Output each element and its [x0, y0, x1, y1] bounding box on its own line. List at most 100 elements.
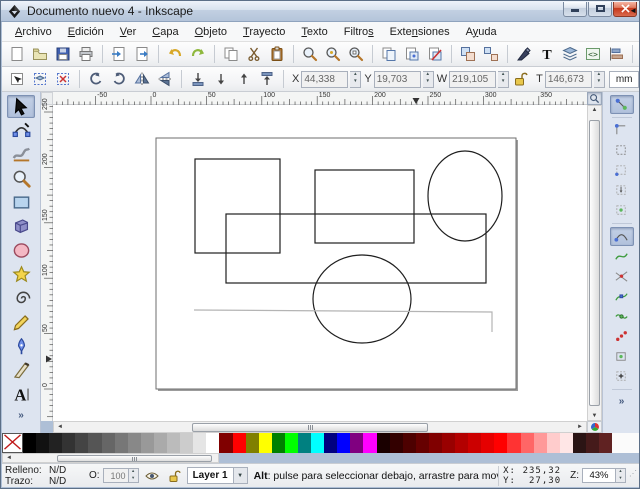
- menu-filtros[interactable]: Filtros: [337, 24, 381, 40]
- sticky-zoom-toggle[interactable]: [587, 92, 602, 105]
- palette-scroll-right-icon[interactable]: ◄: [629, 6, 637, 15]
- menu-objeto[interactable]: Objeto: [188, 24, 234, 40]
- layer-visibility-toggle[interactable]: [143, 468, 161, 484]
- text-dialog-button[interactable]: T: [536, 44, 558, 65]
- palette-swatch[interactable]: [193, 433, 206, 453]
- menu-extensiones[interactable]: Extensiones: [383, 24, 457, 40]
- unit-selector[interactable]: mm▼: [609, 71, 640, 88]
- palette-swatch[interactable]: [233, 433, 246, 453]
- open-document-button[interactable]: [29, 44, 51, 65]
- group-objects-button[interactable]: [457, 44, 479, 65]
- snapbar-overflow-button[interactable]: »: [619, 396, 625, 407]
- palette-swatch[interactable]: [259, 433, 272, 453]
- zoom-input[interactable]: 43%: [582, 468, 616, 483]
- palette-swatch[interactable]: [586, 433, 599, 453]
- palette-swatch[interactable]: [521, 433, 534, 453]
- palette-swatch[interactable]: [219, 433, 232, 453]
- flip-vertical-button[interactable]: [154, 69, 176, 90]
- raise-to-top-button[interactable]: [256, 69, 278, 90]
- snap-rotation-centers-button[interactable]: [610, 367, 634, 386]
- snap-bbox-edge-midpoints-button[interactable]: [610, 181, 634, 200]
- field-input-t[interactable]: 146,673: [545, 71, 592, 88]
- flip-horizontal-button[interactable]: [131, 69, 153, 90]
- snap-bbox-edges-button[interactable]: [610, 141, 634, 160]
- horizontal-scrollbar-thumb[interactable]: [192, 423, 428, 432]
- palette-swatch[interactable]: [246, 433, 259, 453]
- pen-tool-button[interactable]: [7, 335, 35, 358]
- scroll-up-icon[interactable]: ▲: [588, 107, 601, 113]
- deselect-button[interactable]: [52, 69, 74, 90]
- zoom-spinner[interactable]: ▲▼: [616, 468, 626, 483]
- field-spinner-y[interactable]: ▲▼: [423, 71, 434, 88]
- palette-swatch[interactable]: [403, 433, 416, 453]
- menu-archivo[interactable]: Archivo: [8, 24, 59, 40]
- snap-bbox-corners-button[interactable]: [610, 161, 634, 180]
- palette-swatch[interactable]: [416, 433, 429, 453]
- canvas[interactable]: [53, 105, 587, 421]
- rectangle-tool-button[interactable]: [7, 191, 35, 214]
- tweak-tool-button[interactable]: [7, 143, 35, 166]
- palette-swatch[interactable]: [311, 433, 324, 453]
- palette-swatch[interactable]: [494, 433, 507, 453]
- palette-swatch[interactable]: [363, 433, 376, 453]
- vertical-scrollbar[interactable]: ▲ ▼: [587, 105, 602, 421]
- xml-editor-button[interactable]: <>: [582, 44, 604, 65]
- print-document-button[interactable]: [75, 44, 97, 65]
- palette-swatch[interactable]: [377, 433, 390, 453]
- palette-swatch[interactable]: [324, 433, 337, 453]
- star-tool-button[interactable]: [7, 263, 35, 286]
- snap-midpoints-button[interactable]: [610, 327, 634, 346]
- snap-bounding-box-button[interactable]: [610, 121, 634, 140]
- layers-dialog-button[interactable]: [559, 44, 581, 65]
- menu-edicion[interactable]: Edición: [61, 24, 111, 40]
- scroll-right-icon[interactable]: ►: [574, 424, 586, 430]
- opacity-spinner[interactable]: ▲▼: [129, 468, 139, 483]
- selector-tool-button[interactable]: [7, 95, 35, 118]
- snap-paths-button[interactable]: [610, 247, 634, 266]
- field-spinner-w[interactable]: ▲▼: [498, 71, 509, 88]
- palette-swatch[interactable]: [62, 433, 75, 453]
- layer-dropdown-icon[interactable]: ▼: [233, 468, 247, 483]
- palette-swatch[interactable]: [547, 433, 560, 453]
- rotate-ccw-button[interactable]: [85, 69, 107, 90]
- palette-swatch[interactable]: [350, 433, 363, 453]
- field-input-x[interactable]: 44,338: [301, 71, 348, 88]
- palette-swatch[interactable]: [442, 433, 455, 453]
- palette-swatch[interactable]: [573, 433, 586, 453]
- palette-swatch[interactable]: [141, 433, 154, 453]
- opacity-input[interactable]: 100: [103, 468, 129, 483]
- rotate-cw-button[interactable]: [108, 69, 130, 90]
- palette-swatch[interactable]: [206, 433, 219, 453]
- color-management-toggle[interactable]: [587, 421, 602, 433]
- menu-ayuda[interactable]: Ayuda: [459, 24, 504, 40]
- zoom-to-selection-button[interactable]: [299, 44, 321, 65]
- palette-swatch[interactable]: [167, 433, 180, 453]
- select-all-button[interactable]: [6, 69, 28, 90]
- menu-ver[interactable]: Ver: [113, 24, 144, 40]
- layer-selector[interactable]: Layer 1 ▼: [187, 467, 248, 484]
- toolbox-overflow-button[interactable]: »: [18, 410, 24, 421]
- lower-one-step-button[interactable]: [210, 69, 232, 90]
- redo-button[interactable]: [187, 44, 209, 65]
- new-document-button[interactable]: [6, 44, 28, 65]
- create-clone-button[interactable]: [401, 44, 423, 65]
- palette-swatch[interactable]: [429, 433, 442, 453]
- maximize-button[interactable]: [588, 2, 612, 17]
- snap-smooth-nodes-button[interactable]: [610, 307, 634, 326]
- field-spinner-t[interactable]: ▲▼: [594, 71, 605, 88]
- align-dialog-button[interactable]: [605, 44, 627, 65]
- lower-to-bottom-button[interactable]: [187, 69, 209, 90]
- spiral-tool-button[interactable]: [7, 287, 35, 310]
- lock-ratio-toggle[interactable]: [510, 69, 532, 90]
- ellipse-tool-button[interactable]: [7, 239, 35, 262]
- palette-swatch[interactable]: [468, 433, 481, 453]
- snap-bbox-centers-button[interactable]: [610, 201, 634, 220]
- palette-swatch[interactable]: [36, 433, 49, 453]
- horizontal-ruler[interactable]: -50050100150200250300350: [53, 92, 587, 105]
- snap-cusp-nodes-button[interactable]: [610, 287, 634, 306]
- palette-swatch[interactable]: [49, 433, 62, 453]
- fill-stroke-dialog-button[interactable]: [513, 44, 535, 65]
- palette-swatch[interactable]: [23, 433, 36, 453]
- zoom-to-drawing-button[interactable]: [322, 44, 344, 65]
- resize-grip[interactable]: ⋰: [629, 469, 637, 483]
